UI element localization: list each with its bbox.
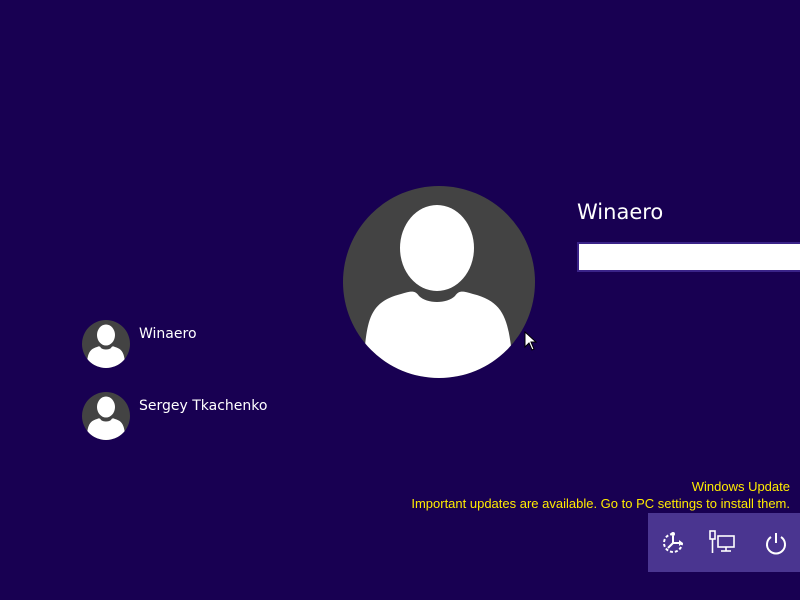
mouse-cursor-icon bbox=[524, 331, 538, 351]
password-field[interactable] bbox=[577, 242, 800, 272]
user-silhouette-icon bbox=[87, 324, 125, 368]
ease-of-access-icon bbox=[663, 532, 683, 553]
user-silhouette-icon bbox=[365, 205, 511, 378]
lock-screen: Winaero Winaero Sergey Tkachenko Windows… bbox=[0, 0, 800, 600]
user-tile-label: Sergey Tkachenko bbox=[139, 398, 268, 414]
selected-user-avatar bbox=[343, 186, 535, 378]
user-tile-label: Winaero bbox=[139, 326, 197, 342]
user-tile-sergey-tkachenko[interactable]: Sergey Tkachenko bbox=[82, 392, 267, 440]
notification-message: Important updates are available. Go to P… bbox=[411, 496, 790, 511]
windows-update-notification[interactable]: Windows Update Important updates are ava… bbox=[411, 478, 790, 512]
network-icon bbox=[709, 530, 735, 553]
avatar bbox=[82, 320, 130, 368]
selected-user-name: Winaero bbox=[577, 200, 664, 224]
power-icon bbox=[766, 533, 786, 555]
user-silhouette-icon bbox=[87, 396, 125, 440]
power-button[interactable] bbox=[756, 523, 796, 563]
ease-of-access-button[interactable] bbox=[653, 523, 693, 563]
network-button[interactable] bbox=[703, 523, 743, 563]
notification-title: Windows Update bbox=[691, 479, 790, 494]
action-bar bbox=[648, 513, 800, 572]
user-tile-winaero[interactable]: Winaero bbox=[82, 320, 197, 368]
avatar bbox=[82, 392, 130, 440]
